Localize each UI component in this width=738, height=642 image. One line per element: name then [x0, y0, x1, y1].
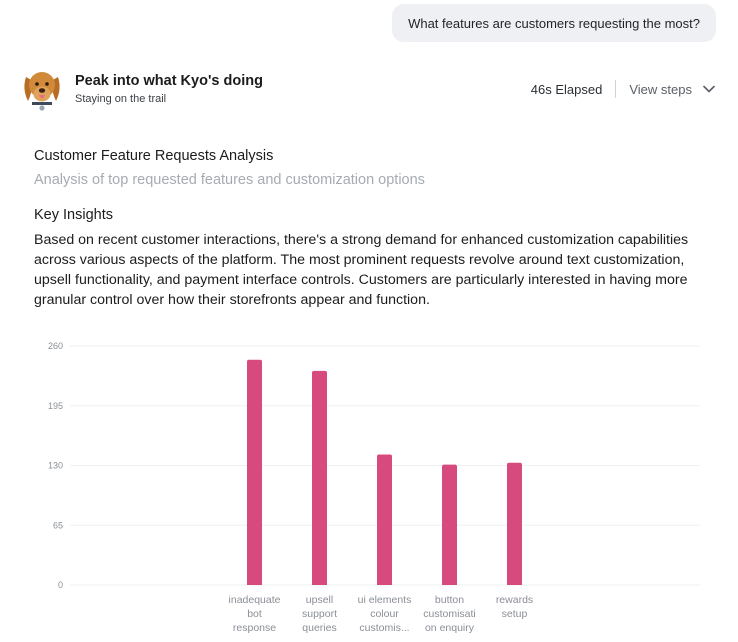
user-message-text: What features are customers requesting t… — [408, 15, 700, 31]
agent-header: Peak into what Kyo's doing Staying on th… — [20, 66, 716, 112]
bar — [442, 464, 457, 585]
y-tick-label: 195 — [48, 401, 63, 411]
bar — [507, 462, 522, 585]
user-message-bubble: What features are customers requesting t… — [392, 4, 716, 42]
x-category-label-line: response — [233, 622, 276, 634]
x-category-label-line: inadequate — [229, 594, 281, 606]
feature-requests-chart: 0 65 130 195 260 inadequate bot response upsell s… — [0, 330, 738, 642]
x-category-label-line: bot — [247, 608, 262, 620]
agent-name: Peak into what Kyo's doing — [75, 72, 263, 89]
bar — [312, 370, 327, 585]
x-category-label-line: customisati — [423, 608, 476, 620]
y-tick-label: 260 — [48, 341, 63, 351]
x-category-label-line: button — [435, 594, 464, 606]
x-category-label: rewards setup — [496, 594, 533, 620]
x-category-label-line: customis... — [359, 622, 409, 634]
x-category-label-line: colour — [370, 608, 399, 620]
x-category-label-line: setup — [502, 608, 528, 620]
x-category-label-line: ui elements — [358, 594, 412, 606]
x-category-label-line: rewards — [496, 594, 533, 606]
report: Customer Feature Requests Analysis Analy… — [34, 146, 704, 310]
key-insights-text: Based on recent customer interactions, t… — [34, 232, 689, 308]
x-category-label: ui elements colour customis... — [358, 594, 412, 634]
x-category-label-line: support — [302, 608, 337, 620]
y-tick-label: 65 — [53, 520, 63, 530]
bar — [377, 454, 392, 585]
view-steps-button[interactable]: View steps — [629, 82, 692, 97]
y-tick-label: 130 — [48, 461, 63, 471]
agent-info: Peak into what Kyo's doing Staying on th… — [75, 72, 263, 107]
report-title: Customer Feature Requests Analysis — [34, 148, 274, 164]
x-category-label-line: upsell — [306, 594, 333, 606]
report-subtitle: Analysis of top requested features and c… — [34, 172, 425, 188]
chat-page: What features are customers requesting t… — [0, 0, 738, 642]
x-category-label: button customisati on enquiry — [423, 594, 476, 634]
divider — [615, 80, 617, 98]
x-category-label: upsell support queries — [302, 594, 337, 634]
x-category-label-line: queries — [302, 622, 336, 634]
key-insights-heading: Key Insights — [34, 207, 113, 223]
x-category-label: inadequate bot response — [229, 594, 281, 634]
x-category-label-line: on enquiry — [425, 622, 475, 634]
agent-progress-controls: 46s Elapsed View steps — [531, 80, 716, 98]
chevron-down-icon[interactable] — [702, 82, 716, 96]
bar-chart-svg: 0 65 130 195 260 inadequate bot response upsell s… — [48, 341, 700, 634]
y-tick-label: 0 — [58, 580, 63, 590]
dog-avatar — [20, 67, 64, 111]
bar — [247, 359, 262, 585]
elapsed-time: 46s Elapsed — [530, 81, 603, 97]
agent-status: Staying on the trail — [75, 92, 167, 105]
